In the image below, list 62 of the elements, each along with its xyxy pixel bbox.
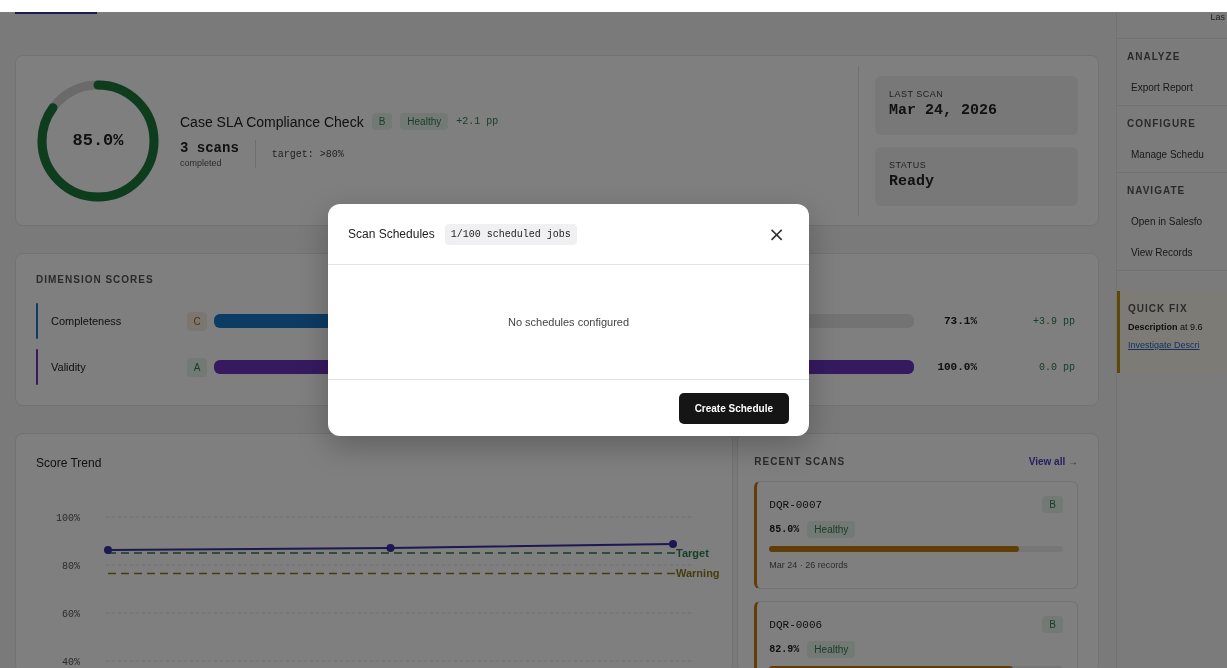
stat-label: LAST SCAN: [889, 88, 945, 99]
scan-score: 82.9%: [769, 644, 800, 655]
axis-label: 40%: [62, 657, 80, 668]
dimension-delta: 0.0 pp: [1038, 361, 1075, 373]
axis-label: 80%: [62, 561, 80, 572]
threshold-label: Warning: [676, 567, 720, 580]
data-point: [104, 546, 112, 555]
investigate-link[interactable]: Investigate Descri: [1128, 340, 1227, 350]
close-button[interactable]: ×: [764, 222, 789, 246]
section-heading: ANALYZE: [1127, 51, 1182, 62]
scan-count-caption: completed: [180, 158, 223, 168]
scan-card[interactable]: DQR-0006 B 82.9% Healthy: [754, 601, 1078, 668]
dimension-name: Validity: [51, 361, 87, 373]
status-badge: Healthy: [807, 521, 856, 538]
scan-card[interactable]: DQR-0007 B 85.0% Healthy Mar 24 · 26 records: [754, 481, 1078, 589]
accent-bar: [36, 349, 38, 385]
status-badge: Healthy: [807, 641, 856, 658]
threshold-label: Target: [676, 547, 709, 559]
scan-score: 85.0%: [769, 524, 800, 535]
axis-label: 100%: [56, 513, 80, 524]
data-point: [669, 540, 677, 549]
view-all-link[interactable]: View all →: [1028, 456, 1078, 467]
dimension-score: 73.1%: [943, 315, 977, 327]
accent-bar: [36, 303, 38, 339]
scan-count: 3 scans: [180, 140, 239, 156]
action-link[interactable]: Open in Salesfo: [1127, 216, 1227, 227]
quick-fix-text: Description at 9.6: [1128, 322, 1204, 332]
dimension-score: 100.0%: [936, 361, 977, 373]
check-title: Case SLA Compliance Check: [180, 113, 364, 130]
modal-title: Scan Schedules: [348, 227, 435, 241]
target-text: target: >80%: [271, 148, 344, 160]
empty-state-text: No schedules configured: [507, 316, 630, 328]
stat-value: Mar 24, 2026: [889, 101, 999, 119]
stat-value: Ready: [889, 172, 935, 190]
axis-label: 60%: [62, 609, 80, 620]
grade-badge: B: [1042, 496, 1063, 513]
action-link[interactable]: View Records: [1127, 247, 1227, 258]
action-link[interactable]: Export Report: [1127, 82, 1227, 93]
score-delta: +2.1 pp: [456, 116, 499, 127]
section-heading: CONFIGURE: [1127, 118, 1197, 129]
partial-text: Las: [1117, 12, 1227, 39]
card-title: Score Trend: [36, 456, 103, 470]
job-count-badge: 1/100 scheduled jobs: [444, 223, 577, 245]
section-heading: QUICK FIX: [1128, 303, 1189, 314]
section-heading: DIMENSION SCORES: [36, 274, 155, 285]
score-value: 85.0%: [72, 131, 124, 150]
create-schedule-button[interactable]: Create Schedule: [678, 392, 789, 424]
stat-label: STATUS: [889, 159, 928, 170]
scan-id: DQR-0007: [769, 498, 823, 511]
data-point: [386, 543, 395, 552]
status-badge: Healthy: [400, 113, 449, 130]
grade-badge: C: [187, 311, 207, 331]
dimension-delta: +3.9 pp: [1032, 315, 1075, 327]
scan-meta: Mar 24 · 26 records: [769, 560, 849, 570]
grade-badge: B: [1042, 616, 1063, 633]
grade-badge: A: [187, 357, 207, 377]
grade-badge: B: [371, 113, 393, 130]
scan-id: DQR-0006: [769, 618, 823, 631]
action-link[interactable]: Manage Schedu: [1127, 149, 1227, 160]
section-heading: RECENT SCANS: [754, 456, 846, 467]
section-heading: NAVIGATE: [1127, 185, 1187, 196]
dimension-name: Completeness: [51, 315, 123, 327]
